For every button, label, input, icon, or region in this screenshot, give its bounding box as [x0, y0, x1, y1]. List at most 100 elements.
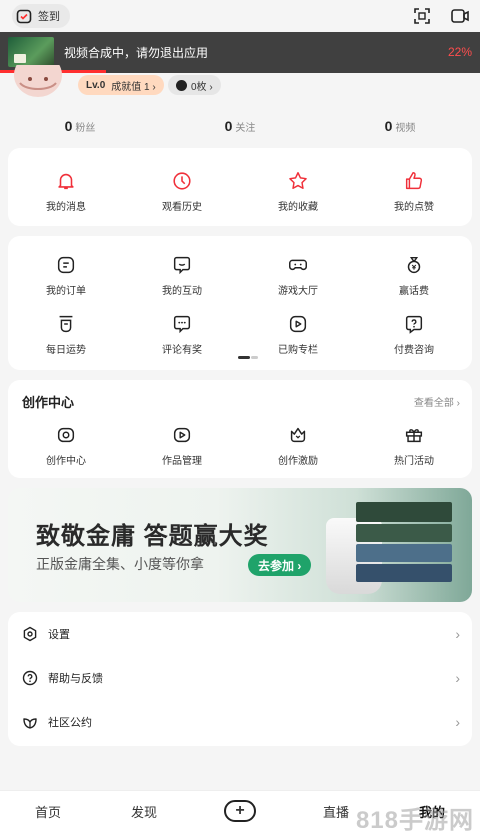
quick-item-label: 我的收藏	[278, 202, 318, 213]
video-thumbnail	[8, 37, 54, 67]
page-indicator	[238, 356, 258, 359]
service-item-interactions[interactable]: 我的互动	[124, 254, 240, 297]
quick-item-history[interactable]: 观看历史	[124, 170, 240, 213]
chat-icon	[173, 256, 191, 275]
stat-label: 关注	[235, 123, 256, 134]
creator-item-label: 热门活动	[394, 456, 434, 467]
service-item-label: 我的订单	[46, 286, 86, 297]
stat-following[interactable]: 0 关注	[160, 118, 320, 134]
menu-label: 帮助与反馈	[48, 673, 103, 685]
question-icon	[405, 315, 423, 334]
quick-item-messages[interactable]: 我的消息	[8, 170, 124, 213]
play-column-icon	[289, 315, 307, 333]
service-item-label: 游戏大厅	[278, 286, 318, 297]
video-manage-icon	[173, 427, 191, 443]
menu-label: 设置	[48, 629, 70, 641]
chevron-right-icon: ›	[455, 670, 460, 686]
level-badge[interactable]: Lv.0 成就值 1 ›	[78, 75, 164, 95]
quick-item-label: 我的消息	[46, 202, 86, 213]
coin-badge[interactable]: 0枚 ›	[168, 75, 221, 95]
scan-icon[interactable]	[412, 6, 432, 26]
stat-count: 0	[384, 118, 393, 134]
order-icon	[57, 256, 75, 274]
service-item-label: 付费咨询	[394, 345, 434, 356]
menu-settings[interactable]: 设置 ›	[8, 612, 472, 656]
quick-item-favorites[interactable]: 我的收藏	[240, 170, 356, 213]
help-icon	[22, 670, 38, 686]
creator-center-title: 创作中心	[22, 395, 75, 410]
crown-icon	[290, 427, 306, 443]
avatar[interactable]	[8, 65, 68, 101]
quick-access-card: 我的消息 观看历史 我的收藏 我的点赞	[8, 148, 472, 226]
chevron-right-icon: ›	[455, 714, 460, 730]
clock-icon	[173, 172, 191, 190]
level-text: Lv.0	[86, 79, 106, 91]
gamepad-icon	[289, 259, 307, 271]
promo-join-button[interactable]: 去参加 ›	[248, 554, 312, 576]
service-item-games[interactable]: 游戏大厅	[240, 254, 356, 297]
service-item-orders[interactable]: 我的订单	[8, 254, 124, 297]
stat-count: 0	[64, 118, 73, 134]
menu-label: 社区公约	[48, 717, 92, 729]
services-card: 我的订单 我的互动 游戏大厅 赢话费 每日运势 评论有奖 已购专栏 付费咨询	[8, 236, 472, 370]
service-item-phone-credit[interactable]: 赢话费	[356, 254, 472, 297]
creator-item-incentive[interactable]: 创作激励	[240, 424, 356, 467]
creator-item-label: 创作激励	[278, 456, 318, 467]
gift-icon	[405, 429, 423, 443]
stat-count: 0	[224, 118, 233, 134]
coin-text: 0枚 ›	[191, 81, 213, 93]
service-item-label: 每日运势	[46, 345, 86, 356]
creator-item-label: 创作中心	[46, 456, 86, 467]
stat-label: 粉丝	[75, 123, 96, 134]
tab-create[interactable]: +	[192, 800, 288, 822]
top-bar: 签到	[0, 0, 480, 32]
star-icon	[289, 172, 307, 189]
camera-icon	[57, 427, 75, 443]
fortune-icon	[59, 315, 73, 333]
stat-label: 视频	[395, 123, 416, 134]
quick-item-label: 我的点赞	[394, 202, 434, 213]
tab-home[interactable]: 首页	[0, 802, 96, 821]
tab-discover[interactable]: 发现	[96, 802, 192, 821]
stats-row: 0 粉丝 0 关注 0 视频	[0, 118, 480, 134]
stat-videos[interactable]: 0 视频	[320, 118, 480, 134]
promo-subtitle: 正版金庸全集、小度等你拿	[36, 556, 204, 572]
money-bag-icon	[407, 256, 421, 274]
video-camera-icon[interactable]	[450, 6, 470, 26]
service-item-comment-reward[interactable]: 评论有奖	[124, 313, 240, 356]
settings-icon	[23, 626, 37, 642]
comment-icon	[173, 315, 191, 334]
creator-item-works[interactable]: 作品管理	[124, 424, 240, 467]
service-item-fortune[interactable]: 每日运势	[8, 313, 124, 356]
site-watermark: 818手游网	[355, 807, 474, 831]
service-item-purchased-columns[interactable]: 已购专栏	[240, 313, 356, 356]
service-item-label: 评论有奖	[162, 345, 202, 356]
menu-help-feedback[interactable]: 帮助与反馈 ›	[8, 656, 472, 700]
upload-progress-banner[interactable]: 视频合成中，请勿退出应用 22%	[0, 32, 480, 72]
service-item-paid-consult[interactable]: 付费咨询	[356, 313, 472, 356]
leaf-icon	[23, 718, 37, 729]
creator-item-label: 作品管理	[162, 456, 202, 467]
quick-item-likes[interactable]: 我的点赞	[356, 170, 472, 213]
promo-banner[interactable]: 致敬金庸 答题赢大奖 正版金庸全集、小度等你拿 去参加 ›	[8, 488, 472, 602]
settings-menu: 设置 › 帮助与反馈 › 社区公约 ›	[8, 612, 472, 746]
achievement-text: 成就值 1 ›	[111, 81, 156, 93]
promo-title: 致敬金庸 答题赢大奖	[36, 523, 269, 550]
plus-icon: +	[224, 800, 256, 822]
service-item-label: 赢话费	[399, 286, 429, 297]
quick-item-label: 观看历史	[162, 202, 202, 213]
creator-center-card: 创作中心 查看全部 › 创作中心 作品管理 创作激励 热门活动	[8, 380, 472, 478]
signin-button[interactable]: 签到	[12, 4, 70, 28]
calendar-icon	[16, 9, 32, 24]
upload-message: 视频合成中，请勿退出应用	[64, 45, 209, 60]
thumbs-up-icon	[405, 172, 423, 190]
coin-icon	[176, 79, 187, 91]
menu-community-rules[interactable]: 社区公约 ›	[8, 700, 472, 744]
bell-icon	[58, 173, 74, 190]
service-item-label: 我的互动	[162, 286, 202, 297]
creator-item-events[interactable]: 热门活动	[356, 424, 472, 467]
service-item-label: 已购专栏	[278, 345, 318, 356]
stat-fans[interactable]: 0 粉丝	[0, 118, 160, 134]
view-all-link[interactable]: 查看全部 ›	[414, 394, 460, 409]
creator-item-center[interactable]: 创作中心	[8, 424, 124, 467]
